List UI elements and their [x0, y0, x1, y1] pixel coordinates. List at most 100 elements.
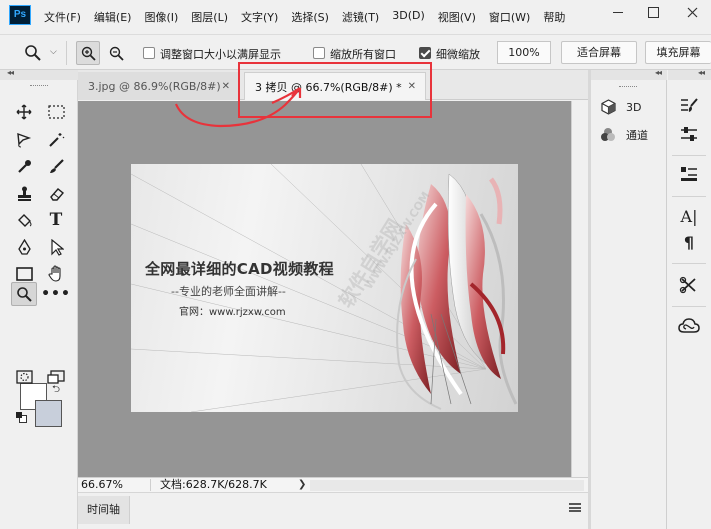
zoom-level-field[interactable]: 66.67% — [81, 478, 123, 492]
close-tab-icon[interactable]: ✕ — [222, 81, 230, 92]
chevron-down-icon[interactable]: ⌵ — [50, 47, 57, 57]
adjustments-icon[interactable] — [678, 124, 700, 144]
magnifier-icon — [17, 287, 32, 302]
menu-help[interactable]: 帮助 — [543, 9, 565, 25]
menu-filter[interactable]: 滤镜(T) — [342, 9, 379, 25]
vertical-scrollbar[interactable] — [571, 101, 588, 477]
eraser-icon — [49, 187, 64, 201]
paragraph-icon[interactable]: ¶ — [678, 232, 700, 252]
toolbar-grip[interactable] — [30, 85, 48, 87]
panel-menu-icon[interactable] — [569, 503, 581, 512]
panels-dock: ◂◂ 3D 通道 — [591, 68, 667, 529]
menu-select[interactable]: 选择(S) — [291, 9, 329, 25]
zoom-all-windows-checkbox[interactable] — [313, 47, 325, 59]
canvas-area[interactable]: 软件自学网 WWW.RJZXW.COM 全网最详细的CAD视频教程 --专业的老… — [78, 101, 571, 477]
channels-icon — [599, 127, 617, 143]
resize-windows-checkbox[interactable] — [143, 47, 155, 59]
brush-tool[interactable] — [43, 154, 69, 178]
panel-header[interactable]: ◂◂ — [668, 68, 711, 80]
collapse-icon[interactable]: ◂◂ — [7, 68, 14, 77]
creative-cloud-icon[interactable] — [678, 316, 700, 336]
status-bar: 66.67% 文档:628.7K/628.7K ❯ — [78, 477, 588, 492]
zoom-out-button[interactable] — [104, 41, 128, 65]
lasso-icon — [16, 132, 31, 147]
tool-presets-icon[interactable] — [678, 275, 700, 295]
zoom-tool-icon[interactable] — [24, 44, 42, 62]
close-icon — [687, 7, 697, 17]
menu-edit[interactable]: 编辑(E) — [94, 9, 132, 25]
minimize-button[interactable] — [601, 0, 635, 24]
fill-screen-button[interactable]: 填充屏幕 — [645, 41, 711, 64]
annotation-highlight-box — [238, 62, 432, 118]
divider — [672, 306, 706, 307]
rectangle-icon — [15, 267, 33, 281]
panel-3d-label: 3D — [626, 100, 642, 114]
brush-icon — [49, 158, 64, 173]
screen-mode-icon — [47, 369, 65, 384]
character-icon[interactable]: A| — [678, 206, 700, 226]
pen-icon — [17, 238, 31, 255]
path-selection-tool[interactable] — [43, 235, 69, 259]
toolbar-header[interactable]: ◂◂ — [0, 68, 78, 80]
menu-window[interactable]: 窗口(W) — [489, 9, 530, 25]
lasso-tool[interactable] — [11, 127, 37, 151]
zoom-in-icon — [81, 46, 96, 61]
menu-image[interactable]: 图像(I) — [144, 9, 178, 25]
pen-tool[interactable] — [11, 235, 37, 259]
eyedropper-tool[interactable] — [11, 154, 37, 178]
background-color[interactable] — [35, 400, 62, 427]
divider — [672, 196, 706, 197]
collapse-icon[interactable]: ◂◂ — [655, 68, 662, 77]
close-window-button[interactable] — [673, 0, 711, 24]
photoshop-logo: Ps — [9, 5, 31, 25]
type-tool[interactable]: T — [43, 208, 69, 232]
menu-type[interactable]: 文字(Y) — [241, 9, 278, 25]
zoom-out-icon — [109, 46, 124, 61]
panel-grip[interactable] — [619, 86, 637, 88]
menu-3d[interactable]: 3D(D) — [392, 9, 425, 25]
tab-label: 3.jpg @ 86.9%(RGB/8#) — [88, 79, 221, 93]
collapse-icon[interactable]: ◂◂ — [698, 68, 705, 77]
properties-icon[interactable] — [678, 164, 700, 184]
menu-file[interactable]: 文件(F) — [44, 9, 81, 25]
icon-panel-strip: ◂◂ A| ¶ — [668, 68, 711, 529]
horizontal-scrollbar[interactable] — [310, 480, 584, 491]
panel-3d[interactable]: 3D — [599, 96, 641, 118]
eyedropper-icon — [17, 159, 31, 173]
scrubby-zoom-checkbox[interactable] — [419, 47, 431, 59]
panel-channels-label: 通道 — [626, 129, 648, 142]
paint-bucket-tool[interactable] — [11, 208, 37, 232]
panel-header[interactable]: ◂◂ — [591, 68, 667, 80]
clone-stamp-tool[interactable] — [11, 181, 37, 205]
menu-layer[interactable]: 图层(L) — [191, 9, 228, 25]
tab-3-jpg[interactable]: 3.jpg @ 86.9%(RGB/8#) ✕ — [78, 72, 240, 100]
default-colors-icon[interactable] — [16, 412, 27, 423]
cube-icon — [599, 99, 617, 115]
document-image[interactable]: 软件自学网 WWW.RJZXW.COM 全网最详细的CAD视频教程 --专业的老… — [131, 164, 518, 412]
zoom-tool[interactable] — [11, 282, 37, 306]
panel-channels[interactable]: 通道 — [599, 124, 648, 146]
menu-view[interactable]: 视图(V) — [438, 9, 476, 25]
tools-panel: ◂◂ T ••• ⮌ — [0, 68, 78, 529]
maximize-button[interactable] — [636, 0, 670, 24]
marquee-tool[interactable] — [43, 100, 69, 124]
screen-mode-button[interactable] — [43, 365, 69, 389]
menu-items: 文件(F) 编辑(E) 图像(I) 图层(L) 文字(Y) 选择(S) 滤镜(T… — [44, 9, 578, 25]
chevron-right-icon[interactable]: ❯ — [298, 478, 306, 492]
scrubby-zoom-label: 细微缩放 — [436, 48, 480, 61]
fit-screen-button[interactable]: 适合屏幕 — [561, 41, 637, 64]
brush-settings-icon[interactable] — [678, 96, 700, 116]
zoom-100-button[interactable]: 100% — [497, 41, 551, 64]
resize-windows-label: 调整窗口大小以满屏显示 — [160, 48, 281, 61]
zoom-all-windows-label: 缩放所有窗口 — [330, 48, 396, 61]
hand-icon — [47, 265, 61, 282]
tab-timeline[interactable]: 时间轴 — [78, 496, 130, 524]
zoom-in-button[interactable] — [76, 41, 100, 65]
magic-wand-tool[interactable] — [43, 127, 69, 151]
move-tool[interactable] — [11, 100, 37, 124]
timeline-panel: 时间轴 — [78, 492, 588, 529]
more-tools-button[interactable]: ••• — [41, 282, 70, 306]
quick-mask-button[interactable] — [11, 365, 37, 389]
eraser-tool[interactable] — [43, 181, 69, 205]
document-title-text: 全网最详细的CAD视频教程 — [145, 260, 334, 278]
